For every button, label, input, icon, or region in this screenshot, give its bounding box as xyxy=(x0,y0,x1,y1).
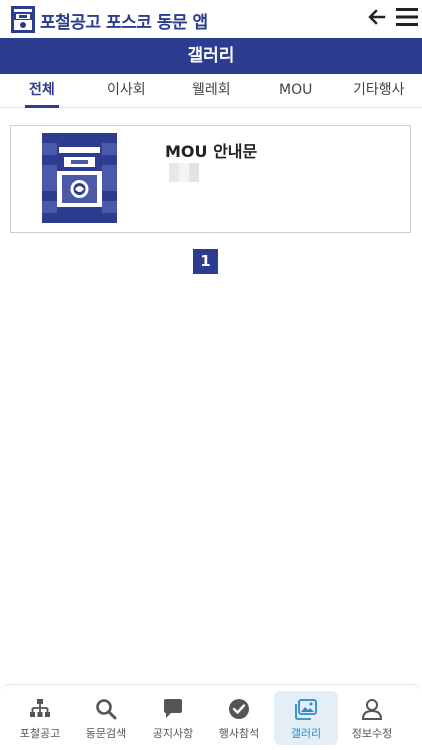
app-title: 포철공고 포스코 동문 앱 xyxy=(40,13,208,33)
tab-all[interactable]: 전체 xyxy=(25,74,59,108)
app-top-bar: 포철공고 포스코 동문 앱 xyxy=(0,0,422,38)
nav-label: 동문검색 xyxy=(85,727,127,740)
nav-label: 공지사항 xyxy=(152,727,194,740)
hamburger-menu-icon[interactable] xyxy=(395,6,419,28)
pagination-page-1[interactable]: 1 xyxy=(193,249,218,274)
nav-label: 정보수정 xyxy=(351,727,393,740)
nav-label: 포철공고 xyxy=(19,727,61,740)
nav-item-event-attendance[interactable]: 행사참석 xyxy=(207,691,271,745)
tab-board[interactable]: 이사회 xyxy=(107,74,146,108)
nav-label: 행사참석 xyxy=(218,727,260,740)
tab-other-events[interactable]: 기타행사 xyxy=(353,74,405,108)
tab-welfare[interactable]: 웰레회 xyxy=(192,74,231,108)
nav-item-notices[interactable]: 공지사항 xyxy=(141,691,205,745)
arrow-left-icon[interactable] xyxy=(366,6,388,28)
nav-label: 갤러리 xyxy=(290,727,322,740)
check-circle-icon xyxy=(229,699,249,719)
school-logo-icon[interactable] xyxy=(11,6,35,33)
blurred-date xyxy=(169,163,199,182)
org-chart-icon xyxy=(30,699,50,717)
search-icon xyxy=(96,699,117,720)
page-title: 갤러리 xyxy=(0,38,422,74)
chat-bubble-icon xyxy=(164,699,182,718)
gallery-item-title: MOU 안내문 xyxy=(165,142,258,161)
nav-item-gallery[interactable]: 갤러리 xyxy=(274,691,338,745)
nav-item-alumni-search[interactable]: 동문검색 xyxy=(74,691,138,745)
person-icon xyxy=(361,699,383,720)
gallery-item[interactable]: MOU 안내문 xyxy=(10,125,411,233)
category-tabs: 전체 이사회 웰레회 MOU 기타행사 xyxy=(0,74,422,108)
bottom-navigation: 포철공고 동문검색 공지사항 행사참석 갤러리 정보수정 xyxy=(0,684,422,750)
tab-mou[interactable]: MOU xyxy=(279,74,312,108)
nav-item-edit-info[interactable]: 정보수정 xyxy=(340,691,404,745)
school-emblem-icon xyxy=(42,133,117,223)
nav-item-school[interactable]: 포철공고 xyxy=(8,691,72,745)
gallery-icon xyxy=(295,699,317,720)
